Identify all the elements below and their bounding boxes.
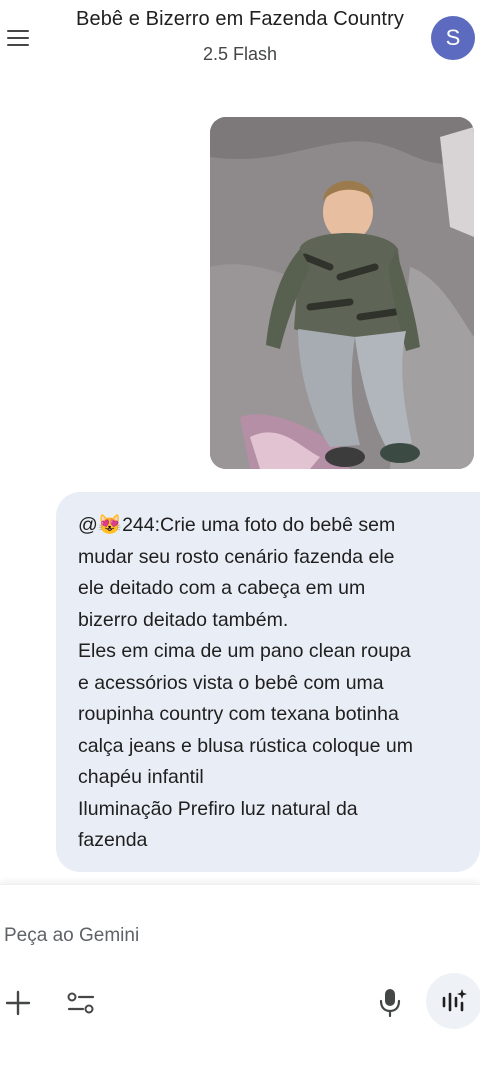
model-selector[interactable]: 2.5 Flash (0, 44, 480, 65)
conversation-title[interactable]: Bebê e Bizerro em Fazenda Country (0, 8, 480, 31)
microphone-icon[interactable] (376, 987, 404, 1018)
photo-illustration (210, 117, 474, 469)
plus-icon[interactable] (4, 989, 32, 1017)
live-icon[interactable] (426, 973, 480, 1029)
top-app-bar: Bebê e Bizerro em Fazenda Country 2.5 Fl… (0, 0, 480, 80)
user-prompt-message: @😻244:Crie uma foto do bebê sem mudar se… (56, 492, 480, 872)
tools-icon[interactable] (66, 989, 96, 1017)
prompt-input[interactable]: Peça ao Gemini (4, 925, 139, 947)
account-avatar[interactable]: S (431, 16, 475, 60)
composer: Peça ao Gemini (0, 884, 480, 1067)
uploaded-photo[interactable] (210, 117, 474, 469)
